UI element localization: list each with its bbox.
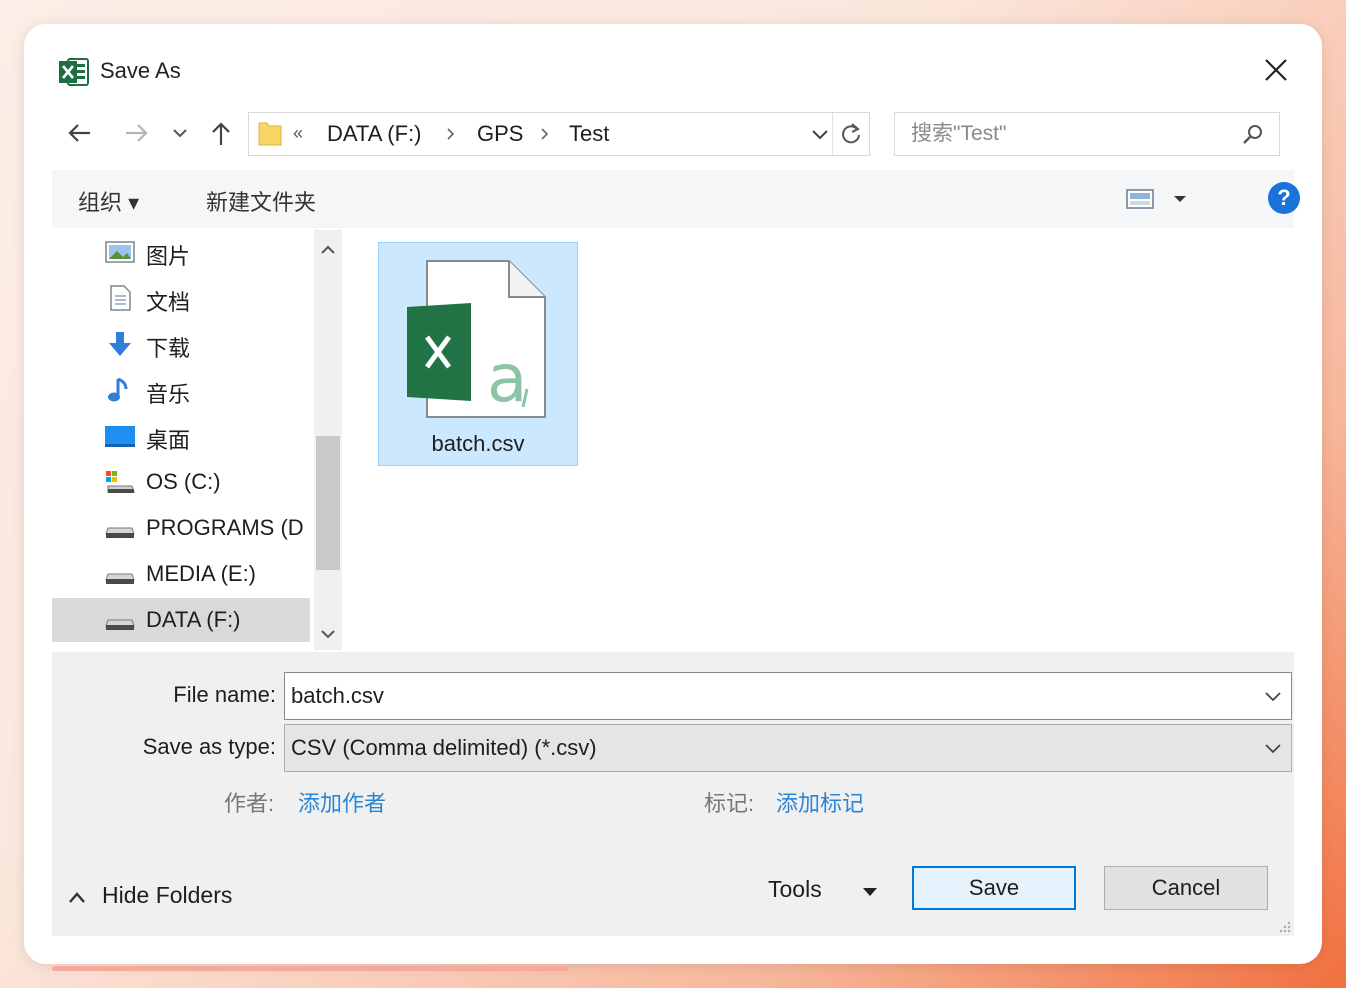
address-bar[interactable]: « DATA (F:) GPS Test	[248, 112, 870, 156]
sidebar-item-label: OS (C:)	[146, 469, 221, 494]
navigation-pane: 图片 文档 下载 音乐 桌面 OS (C:) PROGRAMS (D MEDIA…	[52, 230, 342, 650]
help-icon[interactable]: ?	[1268, 182, 1300, 214]
save-as-dialog: Save As « DATA (F:) GPS Test 搜索"Test" 组织…	[24, 24, 1322, 964]
path-overflow[interactable]: «	[293, 123, 303, 144]
file-item[interactable]: a batch.csv	[378, 242, 578, 466]
drive-icon	[105, 619, 135, 630]
folder-icon	[258, 122, 282, 146]
navigation-scrollbar[interactable]	[314, 230, 342, 650]
file-name-label: batch.csv	[431, 431, 525, 456]
sidebar-item-label: 桌面	[146, 428, 191, 453]
svg-text:a: a	[487, 340, 527, 417]
tools-menu-button[interactable]: Tools	[768, 876, 888, 908]
resize-grip-icon[interactable]	[1278, 920, 1292, 934]
hide-folders-label: Hide Folders	[102, 882, 233, 908]
save-type-value: CSV (Comma delimited) (*.csv)	[291, 735, 597, 760]
scrollbar-thumb[interactable]	[316, 436, 340, 570]
breadcrumb-separator-icon[interactable]	[445, 127, 457, 141]
sidebar-item-pictures[interactable]: 图片	[52, 230, 310, 274]
refresh-icon	[842, 123, 860, 144]
chevron-up-icon	[69, 892, 85, 903]
sidebar-item-label: PROGRAMS (D	[146, 515, 304, 540]
sidebar-item-os-drive[interactable]: OS (C:)	[52, 460, 310, 504]
organize-menu-button[interactable]: 组织 ▾	[78, 185, 139, 217]
cancel-button[interactable]: Cancel	[1104, 866, 1268, 910]
add-tags-link[interactable]: 添加标记	[776, 786, 864, 818]
sidebar-item-data-drive[interactable]: DATA (F:)	[52, 598, 310, 642]
tags-label: 标记:	[704, 791, 755, 816]
scroll-down-icon[interactable]	[318, 624, 338, 644]
documents-icon	[110, 285, 131, 311]
search-box	[894, 112, 1280, 156]
author-label: 作者:	[224, 791, 275, 816]
breadcrumb-test[interactable]: Test	[569, 121, 609, 147]
recent-locations-chevron-icon[interactable]	[168, 118, 192, 148]
chevron-down-icon[interactable]	[1263, 686, 1283, 706]
video-progress-bar	[52, 966, 568, 971]
address-history-chevron-icon[interactable]	[809, 123, 831, 145]
change-view-icon[interactable]	[1126, 186, 1196, 212]
search-icon[interactable]	[1241, 122, 1265, 146]
close-icon[interactable]	[1262, 56, 1290, 84]
file-name-combobox	[284, 672, 1292, 720]
breadcrumb-gps[interactable]: GPS	[477, 121, 523, 147]
refresh-button[interactable]	[832, 113, 869, 155]
file-name-label: File name:	[173, 682, 276, 707]
sidebar-item-desktop[interactable]: 桌面	[52, 414, 310, 458]
dropdown-triangle-icon	[863, 888, 877, 896]
save-type-select[interactable]: CSV (Comma delimited) (*.csv)	[284, 724, 1292, 772]
desktop-icon	[105, 426, 135, 447]
up-arrow-icon[interactable]	[206, 118, 236, 148]
sidebar-item-label: 下载	[146, 336, 191, 361]
file-view: a batch.csv	[342, 230, 1294, 650]
drive-icon	[105, 527, 135, 538]
navigation-bar: « DATA (F:) GPS Test	[24, 110, 1322, 158]
sidebar-item-music[interactable]: 音乐	[52, 368, 310, 412]
excel-csv-file-icon: a	[407, 260, 546, 418]
system-drive-icon	[106, 471, 135, 493]
chevron-down-icon[interactable]	[1263, 738, 1283, 758]
sidebar-item-label: 音乐	[146, 382, 191, 407]
window-title: Save As	[100, 58, 181, 83]
save-options-panel: File name: Save as type: CSV (Comma deli…	[52, 652, 1294, 936]
tools-label: Tools	[768, 876, 822, 902]
sidebar-item-label: MEDIA (E:)	[146, 561, 257, 586]
sidebar-item-programs-drive[interactable]: PROGRAMS (D	[52, 506, 310, 550]
add-author-link[interactable]: 添加作者	[298, 786, 386, 818]
file-name-input[interactable]	[285, 673, 1253, 719]
breadcrumb-data-drive[interactable]: DATA (F:)	[327, 121, 422, 147]
breadcrumb-separator-icon[interactable]	[539, 127, 551, 141]
folder-tree: 图片 文档 下载 音乐 桌面 OS (C:) PROGRAMS (D MEDIA…	[52, 230, 312, 650]
music-icon	[108, 377, 128, 402]
downloads-icon	[109, 332, 131, 356]
back-arrow-icon[interactable]	[64, 118, 94, 148]
sidebar-item-label: 文档	[146, 290, 191, 315]
new-folder-button[interactable]: 新建文件夹	[206, 185, 316, 217]
save-type-label: Save as type:	[142, 734, 276, 759]
title-bar: Save As	[24, 24, 1322, 110]
sidebar-item-label: 图片	[146, 244, 191, 269]
command-bar: 组织 ▾ 新建文件夹 ?	[52, 170, 1300, 228]
sidebar-item-downloads[interactable]: 下载	[52, 322, 310, 366]
scroll-up-icon[interactable]	[318, 240, 338, 260]
forward-arrow-icon[interactable]	[122, 118, 152, 148]
save-button[interactable]: Save	[912, 866, 1076, 910]
drive-icon	[105, 573, 135, 584]
pictures-icon	[105, 241, 135, 263]
excel-app-icon	[59, 58, 89, 86]
sidebar-item-documents[interactable]: 文档	[52, 276, 310, 320]
sidebar-item-media-drive[interactable]: MEDIA (E:)	[52, 552, 310, 596]
sidebar-item-label: DATA (F:)	[146, 607, 241, 632]
search-input[interactable]	[895, 113, 1243, 155]
